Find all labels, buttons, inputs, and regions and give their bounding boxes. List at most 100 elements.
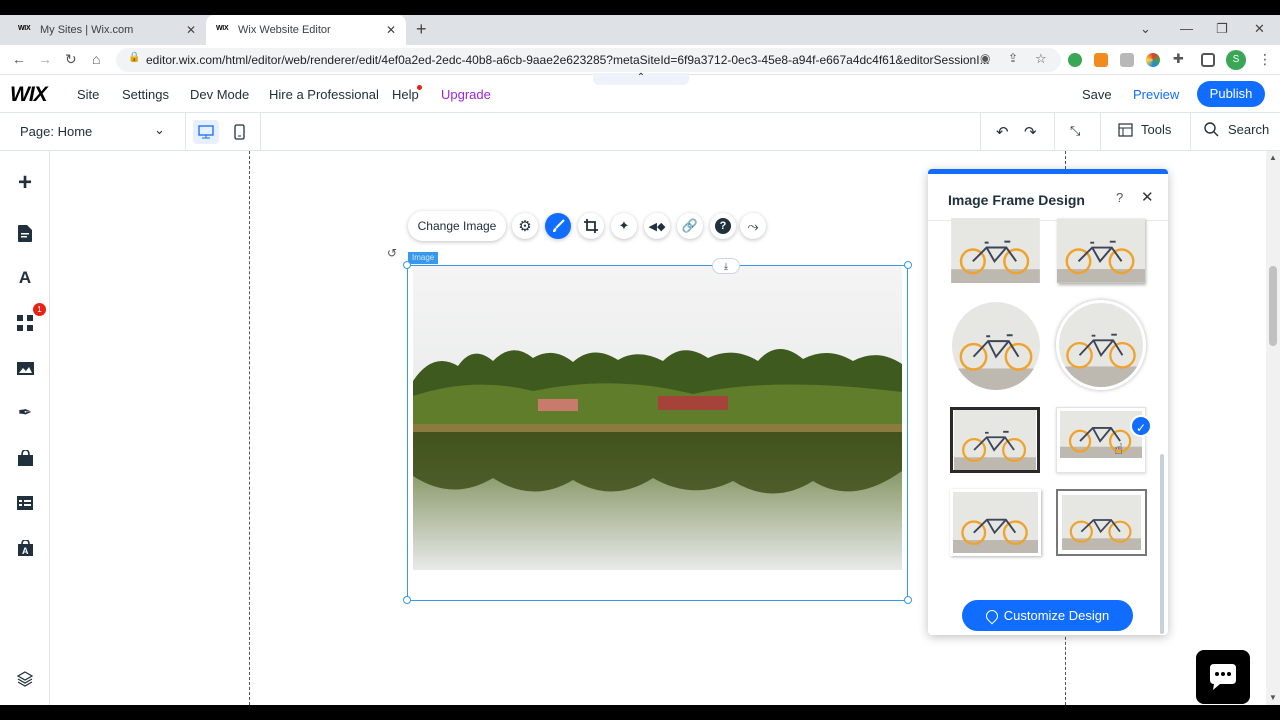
scroll-up-icon[interactable]: ▲ xyxy=(1269,153,1277,162)
frame-option-4[interactable] xyxy=(1056,300,1146,390)
chevron-down-icon[interactable]: ⌄ xyxy=(154,122,165,138)
add-apps-button[interactable] xyxy=(15,313,35,333)
connect-button[interactable]: ⤳ xyxy=(740,213,766,239)
desktop-icon xyxy=(198,125,214,139)
frame-option-5[interactable] xyxy=(950,407,1040,473)
bookmark-star-icon[interactable]: ☆ xyxy=(1035,51,1047,67)
frame-option-1[interactable] xyxy=(951,218,1040,283)
close-window-icon[interactable]: ✕ xyxy=(1254,21,1265,37)
grammarly-extension-icon[interactable] xyxy=(1068,53,1082,67)
close-tab-icon[interactable]: ✕ xyxy=(386,23,396,37)
menu-hire-professional[interactable]: Hire a Professional xyxy=(269,87,379,102)
layers-button[interactable] xyxy=(15,669,35,689)
incognito-eye-icon[interactable]: ◉ xyxy=(980,51,990,65)
frame-option-7[interactable] xyxy=(950,489,1041,556)
resize-handle-top-right[interactable] xyxy=(904,261,912,269)
profile-avatar[interactable]: S xyxy=(1226,50,1246,70)
color-extension-icon[interactable] xyxy=(1146,53,1160,67)
link-icon: 🔗 xyxy=(681,218,699,233)
bicycle-thumbnail xyxy=(1057,218,1145,283)
frame-option-6-selected[interactable] xyxy=(1056,407,1146,473)
undo-icon[interactable]: ↶ xyxy=(996,123,1009,141)
reload-icon[interactable]: ↻ xyxy=(65,51,77,68)
publish-button[interactable]: Publish xyxy=(1197,81,1265,107)
resize-handle-top-left[interactable] xyxy=(403,261,411,269)
magic-wand-icon: ✦ xyxy=(618,218,630,233)
animation-button[interactable]: ◀◆ xyxy=(644,213,670,239)
collapse-bar-handle[interactable]: ⌃ xyxy=(593,73,689,85)
side-panel-icon[interactable] xyxy=(1201,53,1215,67)
download-icon: ⤓ xyxy=(724,261,728,271)
divider xyxy=(260,113,261,151)
wix-logo[interactable]: WIX xyxy=(10,83,48,107)
crop-button[interactable] xyxy=(578,213,604,239)
store-button[interactable] xyxy=(15,448,35,468)
new-tab-icon[interactable]: + xyxy=(416,19,427,40)
menu-settings[interactable]: Settings xyxy=(122,87,169,102)
bicycle-thumbnail xyxy=(1062,495,1141,550)
save-button[interactable]: Save xyxy=(1082,87,1112,102)
stretch-button[interactable]: ⤓ xyxy=(712,258,740,274)
svg-text:A: A xyxy=(22,546,29,556)
design-button[interactable] xyxy=(545,213,571,239)
preview-button[interactable]: Preview xyxy=(1133,87,1179,102)
redo-icon[interactable]: ↷ xyxy=(1024,123,1037,141)
cms-button[interactable] xyxy=(15,493,35,513)
home-icon[interactable]: ⌂ xyxy=(92,51,100,67)
rotate-icon[interactable]: ↺ xyxy=(387,246,397,260)
minimize-icon[interactable]: — xyxy=(1180,21,1193,36)
editor-page-bar: Page: Home ⌄ ↶ ↷ ⤡ Tools Search xyxy=(0,113,1280,151)
chat-button[interactable] xyxy=(1196,650,1250,704)
enhance-button[interactable]: ✦ xyxy=(611,213,637,239)
blog-button[interactable]: ✒ xyxy=(15,403,35,423)
menu-dev-mode[interactable]: Dev Mode xyxy=(190,87,249,102)
app-market-button[interactable]: A xyxy=(15,538,35,558)
frame-option-3[interactable] xyxy=(952,302,1040,390)
lock-icon[interactable]: 🔒 xyxy=(128,52,140,63)
image-element[interactable] xyxy=(403,261,912,604)
tab-wix-editor[interactable]: WIX Wix Website Editor ✕ xyxy=(206,15,406,45)
settings-button[interactable]: ⚙ xyxy=(512,213,538,239)
page-selector[interactable]: Page: Home xyxy=(20,124,92,139)
change-image-button[interactable]: Change Image xyxy=(408,211,506,241)
resize-handle-bottom-left[interactable] xyxy=(403,596,411,604)
frame-option-8[interactable] xyxy=(1056,489,1147,556)
panel-scrollbar[interactable] xyxy=(1160,454,1164,634)
design-button[interactable]: A xyxy=(15,268,35,288)
forward-icon[interactable]: → xyxy=(38,51,52,67)
share-icon[interactable]: ⇪ xyxy=(1008,51,1018,65)
tools-label: Tools xyxy=(1141,122,1172,137)
maximize-icon[interactable]: ❐ xyxy=(1216,21,1228,37)
desktop-view-button[interactable] xyxy=(193,120,219,144)
bicycle-thumbnail xyxy=(951,218,1040,283)
address-bar[interactable]: 🔒 editor.wix.com/html/editor/web/rendere… xyxy=(116,48,1061,72)
extension-icon[interactable] xyxy=(1120,53,1134,67)
menu-upgrade[interactable]: Upgrade xyxy=(441,87,491,102)
search-button[interactable]: Search xyxy=(1204,122,1269,137)
close-tab-icon[interactable]: ✕ xyxy=(186,23,196,37)
panel-close-icon[interactable]: ✕ xyxy=(1141,188,1154,206)
add-elements-button[interactable]: + xyxy=(15,171,35,195)
help-button[interactable]: ? xyxy=(710,213,736,239)
canvas-scrollbar[interactable]: ▲ ▼ xyxy=(1266,151,1280,705)
frame-option-2[interactable] xyxy=(1057,218,1145,283)
pages-menu-button[interactable] xyxy=(15,223,35,243)
menu-help[interactable]: Help xyxy=(392,87,419,102)
resize-handle-bottom-right[interactable] xyxy=(904,596,912,604)
tab-search-icon[interactable]: ⌄ xyxy=(1140,21,1151,37)
customize-design-button[interactable]: Customize Design xyxy=(962,600,1133,631)
rss-extension-icon[interactable] xyxy=(1094,53,1108,67)
tools-button[interactable]: Tools xyxy=(1118,122,1171,137)
panel-help-icon[interactable]: ? xyxy=(1116,190,1123,205)
browser-menu-icon[interactable]: ⋮ xyxy=(1258,51,1272,68)
scrollbar-thumb[interactable] xyxy=(1269,266,1277,346)
puzzle-extensions-icon[interactable]: ✚ xyxy=(1173,51,1184,67)
mobile-view-button[interactable] xyxy=(230,120,250,144)
menu-site[interactable]: Site xyxy=(77,87,99,102)
media-button[interactable] xyxy=(15,358,35,378)
scroll-down-icon[interactable]: ▼ xyxy=(1269,693,1277,702)
link-button[interactable]: 🔗 xyxy=(677,213,703,239)
back-icon[interactable]: ← xyxy=(12,51,26,67)
tab-my-sites[interactable]: WIX My Sites | Wix.com ✕ xyxy=(8,15,206,45)
zoom-out-icon[interactable]: ⤡ xyxy=(1070,123,1080,139)
